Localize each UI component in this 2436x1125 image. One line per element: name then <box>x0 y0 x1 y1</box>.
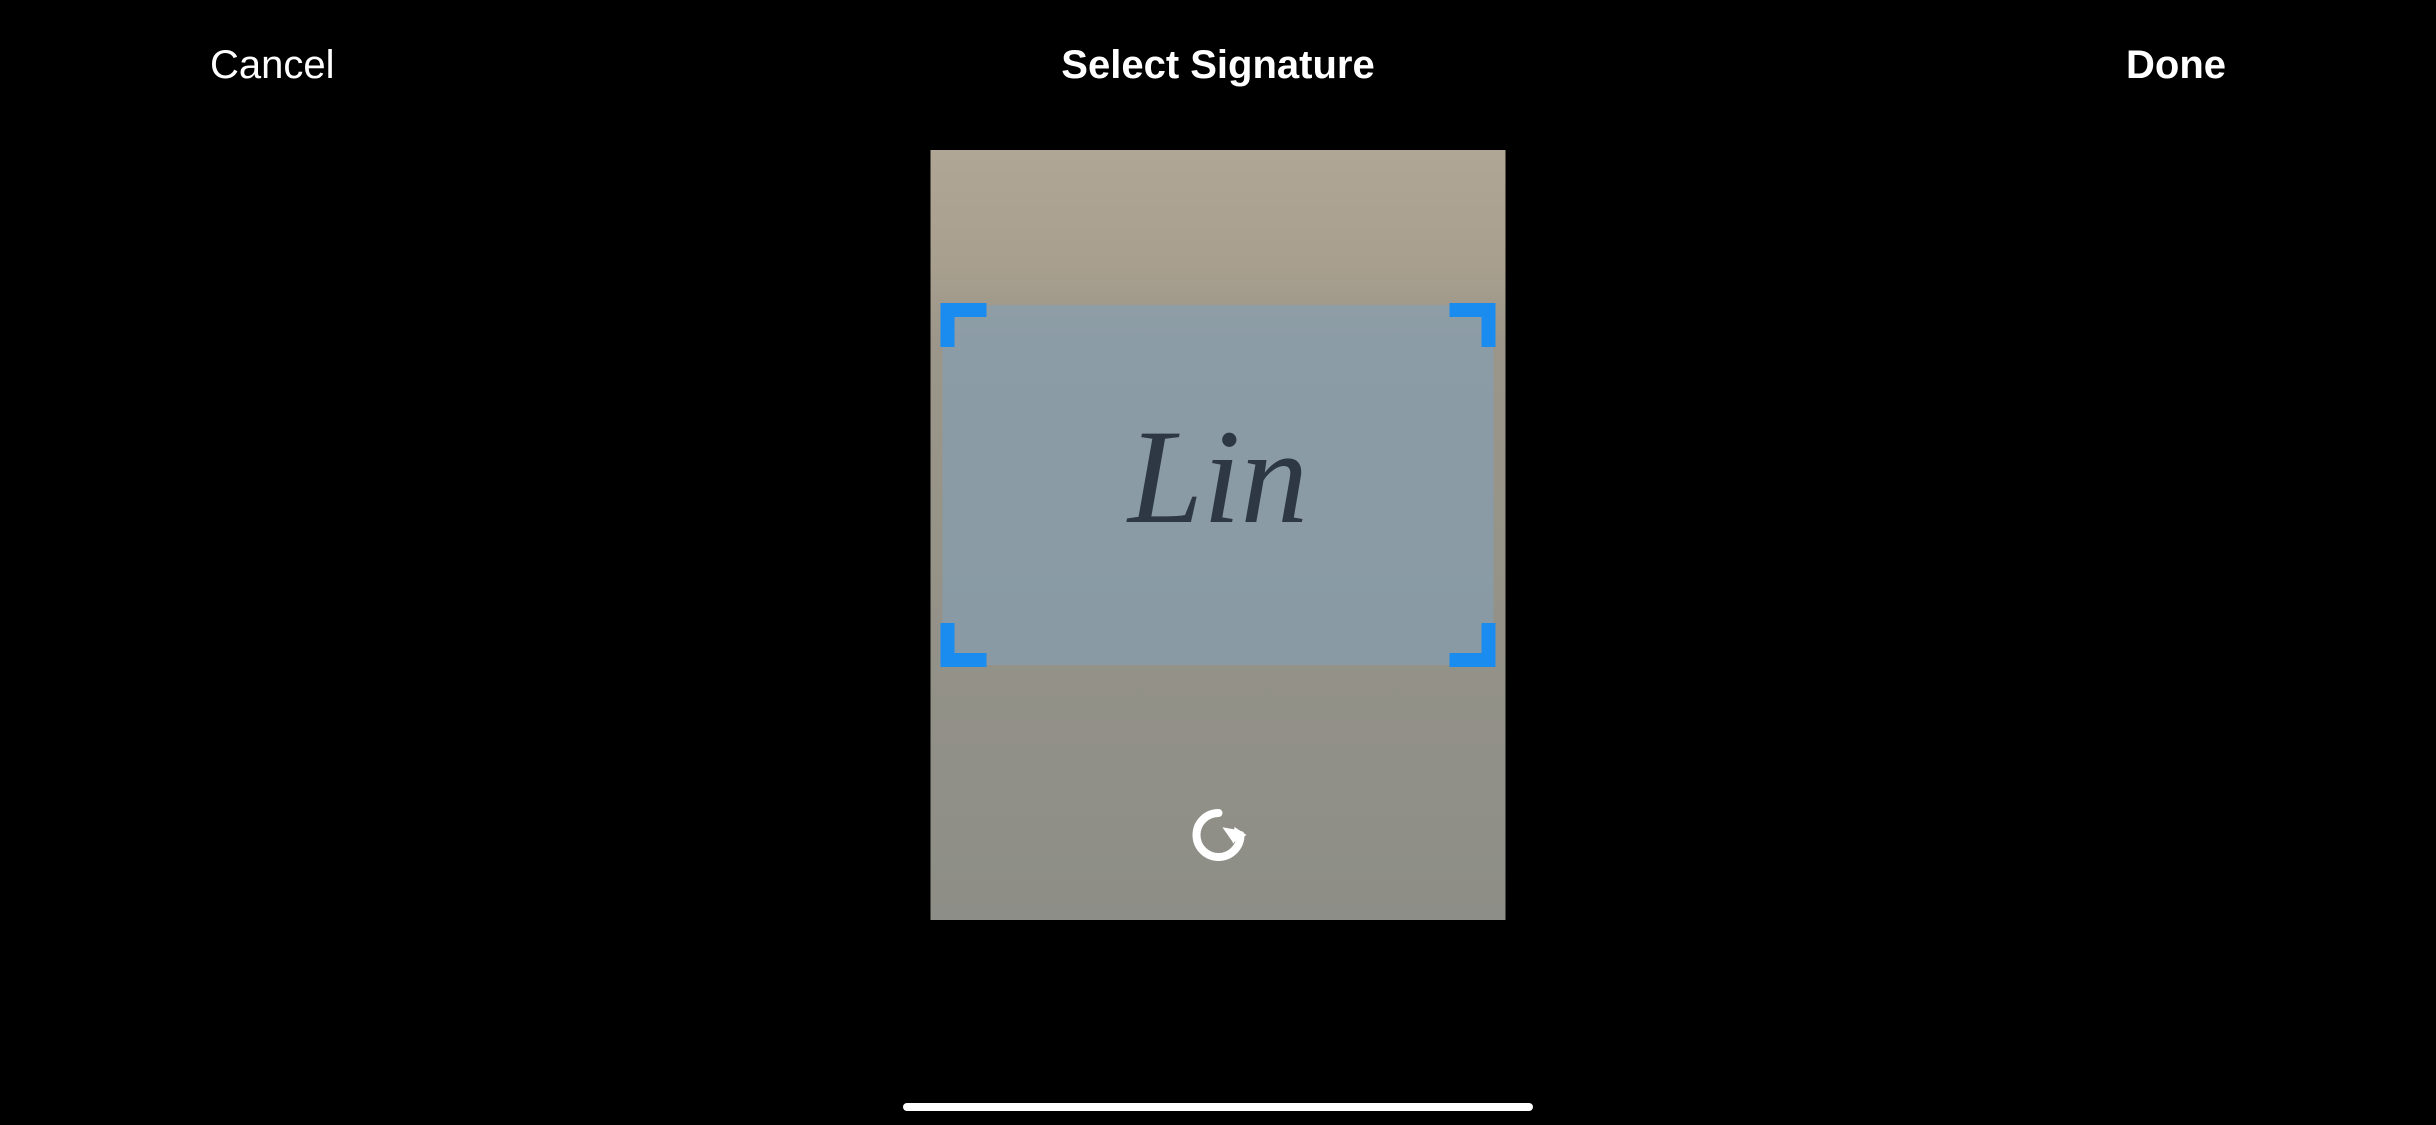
crop-handle-bottom-right[interactable] <box>1450 623 1496 667</box>
home-indicator[interactable] <box>903 1103 1533 1111</box>
crop-selection[interactable]: Lin <box>943 305 1494 665</box>
rotate-button[interactable] <box>1183 800 1253 870</box>
crop-handle-top-right[interactable] <box>1450 303 1496 347</box>
cancel-button[interactable]: Cancel <box>210 43 335 88</box>
rotate-clockwise-icon <box>1188 805 1248 865</box>
signature-content: Lin <box>1128 410 1308 545</box>
page-title: Select Signature <box>1061 43 1374 88</box>
signature-preview: Lin <box>931 150 1506 920</box>
crop-handle-bottom-left[interactable] <box>941 623 987 667</box>
done-button[interactable]: Done <box>2126 43 2226 88</box>
crop-handle-top-left[interactable] <box>941 303 987 347</box>
header-bar: Cancel Select Signature Done <box>0 0 2436 130</box>
